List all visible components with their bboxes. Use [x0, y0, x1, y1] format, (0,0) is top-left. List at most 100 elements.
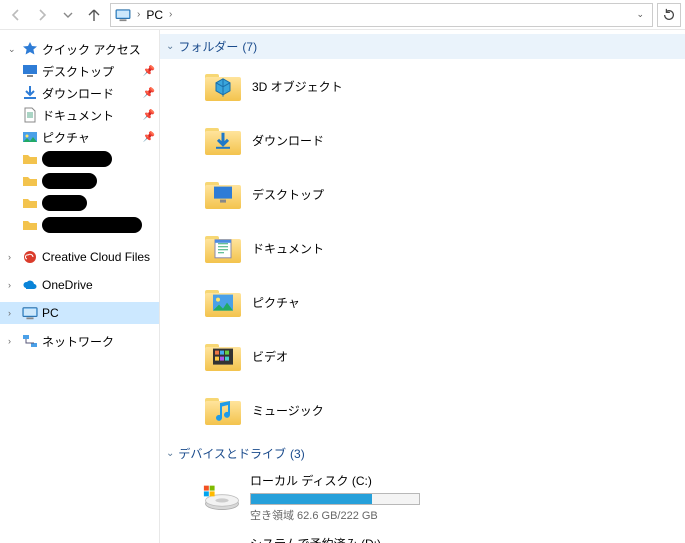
tree-creative-cloud[interactable]: › Creative Cloud Files — [0, 246, 159, 268]
folder-icon — [202, 65, 244, 107]
address-bar: › PC › ⌄ — [0, 0, 685, 30]
chevron-right-icon: › — [137, 9, 140, 20]
tree-label: クイック アクセス — [42, 41, 141, 58]
creative-cloud-icon — [22, 249, 38, 265]
drive-item[interactable]: ローカル ディスク (C:) 空き領域 62.6 GB/222 GB — [198, 470, 448, 525]
expand-icon[interactable]: › — [8, 280, 18, 290]
nav-up-button[interactable] — [82, 3, 106, 27]
tree-item-redacted[interactable] — [0, 170, 159, 192]
expand-icon[interactable]: › — [8, 308, 18, 318]
tree-network[interactable]: › ネットワーク — [0, 330, 159, 352]
item-label: ピクチャ — [252, 294, 300, 311]
pin-icon: 📌 — [143, 88, 155, 99]
document-icon — [22, 107, 38, 123]
tree-onedrive[interactable]: › OneDrive — [0, 274, 159, 296]
tree-label: ネットワーク — [42, 333, 114, 350]
item-label: ドキュメント — [252, 240, 324, 257]
folder-icon — [202, 119, 244, 161]
tree-item-redacted[interactable] — [0, 148, 159, 170]
tree-item-pictures[interactable]: ピクチャ 📌 — [0, 126, 159, 148]
tree-item-redacted[interactable] — [0, 214, 159, 236]
chevron-right-icon: › — [169, 9, 172, 20]
folder-item[interactable]: ビデオ — [198, 333, 448, 379]
drive-item[interactable]: システムで予約済み (D:) 空き領域 66.9 MB/99.9 MB — [198, 533, 448, 543]
redacted-label — [42, 173, 97, 189]
tree-label: Creative Cloud Files — [42, 250, 150, 264]
tree-item-desktop[interactable]: デスクトップ 📌 — [0, 60, 159, 82]
nav-recent-button[interactable] — [56, 3, 80, 27]
folder-item[interactable]: ミュージック — [198, 387, 448, 433]
tree-item-documents[interactable]: ドキュメント 📌 — [0, 104, 159, 126]
pin-icon: 📌 — [143, 66, 155, 77]
expand-icon[interactable]: ⌄ — [8, 44, 18, 55]
group-count: (7) — [242, 40, 257, 54]
content-pane: ⌄ フォルダー (7) 3D オブジェクト ダウンロード デスクトップ ドキュメ… — [160, 30, 685, 543]
network-icon — [22, 333, 38, 349]
item-label: デスクトップ — [252, 186, 324, 203]
nav-forward-button[interactable] — [30, 3, 54, 27]
breadcrumb[interactable]: › PC › ⌄ — [110, 3, 653, 27]
desktop-icon — [22, 63, 38, 79]
folder-item[interactable]: 3D オブジェクト — [198, 63, 448, 109]
item-label: ローカル ディスク (C:) — [250, 472, 420, 489]
drives-grid: ローカル ディスク (C:) 空き領域 62.6 GB/222 GB システムで… — [160, 466, 685, 543]
nav-back-button[interactable] — [4, 3, 28, 27]
pictures-icon — [22, 129, 38, 145]
download-icon — [22, 85, 38, 101]
star-icon — [22, 41, 38, 57]
tree-pc[interactable]: › PC — [0, 302, 159, 324]
group-header-folders[interactable]: ⌄ フォルダー (7) — [160, 34, 685, 59]
item-label: 3D オブジェクト — [252, 78, 343, 95]
onedrive-icon — [22, 277, 38, 293]
folder-item[interactable]: デスクトップ — [198, 171, 448, 217]
tree-label: デスクトップ — [42, 63, 114, 80]
redacted-label — [42, 217, 142, 233]
folder-icon — [22, 173, 38, 189]
redacted-label — [42, 151, 112, 167]
tree-item-downloads[interactable]: ダウンロード 📌 — [0, 82, 159, 104]
folder-icon — [202, 173, 244, 215]
folder-icon — [22, 195, 38, 211]
pin-icon: 📌 — [143, 110, 155, 121]
drive-icon — [202, 484, 242, 512]
chevron-down-icon: ⌄ — [166, 41, 174, 52]
address-dropdown-button[interactable]: ⌄ — [636, 9, 648, 20]
item-sublabel: 空き領域 62.6 GB/222 GB — [250, 507, 420, 523]
folder-icon — [22, 151, 38, 167]
folder-icon — [22, 217, 38, 233]
tree-label: OneDrive — [42, 278, 93, 292]
breadcrumb-segment[interactable]: PC — [146, 8, 163, 22]
group-title: デバイスとドライブ — [178, 445, 286, 462]
item-label: ダウンロード — [252, 132, 324, 149]
expand-icon[interactable]: › — [8, 252, 18, 262]
tree-label: ドキュメント — [42, 107, 114, 124]
item-label: ビデオ — [252, 348, 288, 365]
redacted-label — [42, 195, 87, 211]
group-count: (3) — [290, 447, 305, 461]
folder-icon — [202, 281, 244, 323]
navigation-tree: ⌄ クイック アクセス デスクトップ 📌 ダウンロード 📌 ドキュメント 📌 ピ… — [0, 30, 160, 543]
item-label: ミュージック — [252, 402, 324, 419]
tree-label: ダウンロード — [42, 85, 114, 102]
group-title: フォルダー — [178, 38, 238, 55]
folder-item[interactable]: ピクチャ — [198, 279, 448, 325]
folder-item[interactable]: ダウンロード — [198, 117, 448, 163]
pin-icon: 📌 — [143, 132, 155, 143]
folder-icon — [202, 335, 244, 377]
group-header-devices[interactable]: ⌄ デバイスとドライブ (3) — [160, 441, 685, 466]
drive-usage-bar — [250, 493, 420, 505]
pc-icon — [22, 305, 38, 321]
chevron-down-icon: ⌄ — [166, 448, 174, 459]
folder-item[interactable]: ドキュメント — [198, 225, 448, 271]
breadcrumb-pc-icon — [115, 8, 131, 22]
tree-label: PC — [42, 306, 59, 320]
expand-icon[interactable]: › — [8, 336, 18, 346]
folder-icon — [202, 227, 244, 269]
folders-grid: 3D オブジェクト ダウンロード デスクトップ ドキュメント ピクチャ ビデオ … — [160, 59, 685, 441]
refresh-button[interactable] — [657, 3, 681, 27]
tree-quick-access[interactable]: ⌄ クイック アクセス — [0, 38, 159, 60]
tree-label: ピクチャ — [42, 129, 90, 146]
item-label: システムで予約済み (D:) — [250, 535, 420, 543]
folder-icon — [202, 389, 244, 431]
tree-item-redacted[interactable] — [0, 192, 159, 214]
